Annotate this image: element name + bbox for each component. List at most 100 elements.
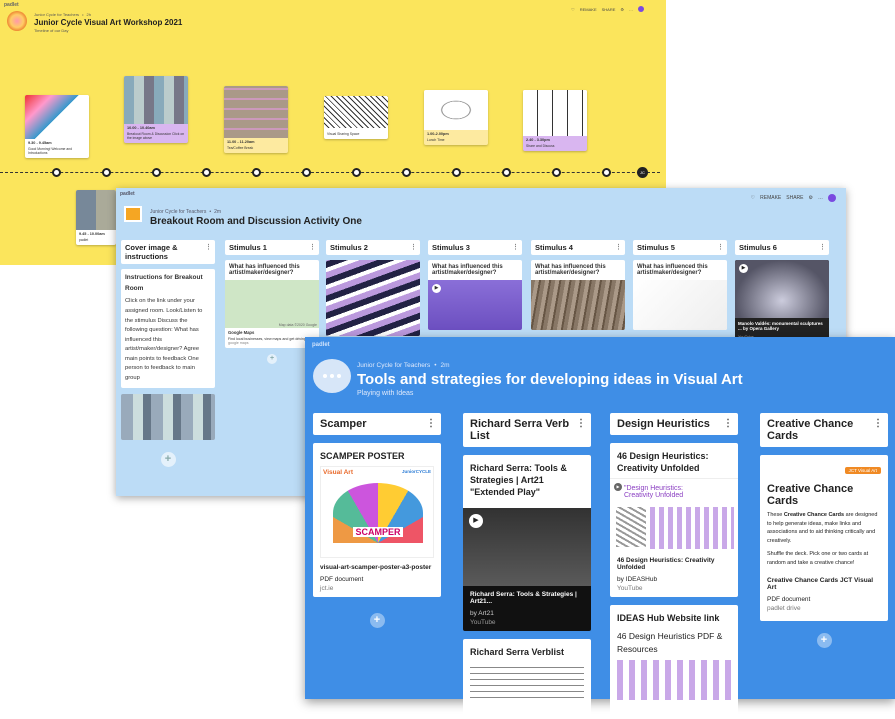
- board-icon: [124, 206, 142, 222]
- add-post-button[interactable]: JC: [637, 167, 648, 178]
- card-title: SCAMPER POSTER: [320, 451, 405, 461]
- padlet-brand[interactable]: padlet: [4, 2, 19, 8]
- instructions-card[interactable]: Instructions for Breakout Room Click on …: [121, 269, 215, 388]
- serra-verblist-card[interactable]: Richard Serra Verblist: [463, 639, 591, 719]
- map-thumbnail: Map data ©2020 Google: [225, 280, 319, 328]
- play-icon[interactable]: ▶: [469, 514, 483, 529]
- heart-icon[interactable]: ♡: [571, 7, 575, 12]
- column-header[interactable]: Stimulus 4 ⋮: [531, 240, 625, 255]
- timeline-node[interactable]: [302, 168, 311, 177]
- timeline-node[interactable]: [452, 168, 461, 177]
- header-actions: ♡ REMAKE SHARE ⚙ …: [751, 194, 836, 202]
- column-menu-icon[interactable]: ⋮: [426, 418, 436, 429]
- column-header[interactable]: Design Heuristics ⋮: [610, 413, 738, 435]
- timeline-node[interactable]: [602, 168, 611, 177]
- design-video-card[interactable]: 46 Design Heuristics: Creativity Unfolde…: [610, 443, 738, 598]
- column-header[interactable]: Stimulus 1 ⋮: [225, 240, 319, 255]
- timeline-node[interactable]: [252, 168, 261, 177]
- play-icon[interactable]: ▶: [614, 483, 622, 492]
- share-button[interactable]: SHARE: [786, 195, 803, 201]
- column-header[interactable]: Stimulus 2 ⋮: [326, 240, 420, 255]
- timeline-card[interactable]: 9.30 - 9.45am Good Morning! Welcome and …: [25, 95, 89, 158]
- card-time: 10.00 - 10.40am: [127, 126, 155, 130]
- add-post-button[interactable]: +: [369, 613, 385, 629]
- padlet-brand[interactable]: padlet: [120, 191, 135, 197]
- play-icon[interactable]: ▶: [739, 264, 748, 273]
- author-line: Junior Cycle for Teachers • 2h: [34, 12, 91, 17]
- timeline-card[interactable]: 10.00 - 10.40am Breakout Room & Discussi…: [124, 76, 188, 143]
- cover-image-card[interactable]: [121, 393, 215, 440]
- stimulus-card[interactable]: What has influenced this artist/maker/de…: [633, 260, 727, 330]
- column-title: Richard Serra Verb List: [470, 418, 570, 442]
- timeline-node[interactable]: [152, 168, 161, 177]
- add-post-button[interactable]: +: [160, 451, 176, 467]
- timeline-card[interactable]: Visual Sharing Space: [324, 96, 388, 139]
- column-header[interactable]: Stimulus 6 ⋮: [735, 240, 829, 255]
- more-icon[interactable]: …: [818, 195, 823, 201]
- column-title: Creative Chance Cards: [767, 418, 854, 442]
- remake-button[interactable]: REMAKE: [580, 7, 597, 12]
- column-header[interactable]: Stimulus 3 ⋮: [428, 240, 522, 255]
- timeline-node[interactable]: [102, 168, 111, 177]
- video-card[interactable]: ▶ Manolo Valdés: monumental sculptures .…: [735, 260, 829, 342]
- column-menu-icon[interactable]: ⋮: [717, 243, 724, 251]
- timeline-node[interactable]: [402, 168, 411, 177]
- padlet-brand[interactable]: padlet: [312, 342, 330, 348]
- attachment-source: padlet drive: [767, 605, 801, 613]
- timeline-node[interactable]: [552, 168, 561, 177]
- timeline-card[interactable]: 2.40 - 3.30pm Share and Discuss: [523, 90, 587, 151]
- timeline-node[interactable]: [202, 168, 211, 177]
- scamper-card[interactable]: SCAMPER POSTER Visual Art JuniorCYCLE SC…: [313, 443, 441, 598]
- timeline-node[interactable]: [352, 168, 361, 177]
- stimulus-thumbnail: [633, 280, 727, 330]
- author-name[interactable]: Junior Cycle for Teachers: [357, 362, 430, 369]
- audio-thumbnail: ▶: [428, 280, 522, 330]
- more-icon[interactable]: …: [629, 7, 633, 12]
- serra-video-card[interactable]: Richard Serra: Tools & Strategies | Art2…: [463, 455, 591, 632]
- gear-icon[interactable]: ⚙: [809, 195, 813, 201]
- add-post-button[interactable]: +: [816, 633, 832, 649]
- column-menu-icon[interactable]: ⋮: [723, 418, 733, 429]
- stimulus-card[interactable]: What has influenced this artist/maker/de…: [531, 260, 625, 330]
- timeline-card[interactable]: 11.00 - 11.20am Tea/Coffee Break: [224, 86, 288, 153]
- video-author: by Art21: [470, 610, 494, 618]
- column-header[interactable]: Stimulus 5 ⋮: [633, 240, 727, 255]
- remake-button[interactable]: REMAKE: [760, 195, 781, 201]
- card-title: Richard Serra: Tools & Strategies | Art2…: [463, 455, 591, 509]
- column-menu-icon[interactable]: ⋮: [410, 243, 417, 251]
- column-header[interactable]: Richard Serra Verb List ⋮: [463, 413, 591, 447]
- column-menu-icon[interactable]: ⋮: [512, 243, 519, 251]
- timeline-node[interactable]: [52, 168, 61, 177]
- stimulus-card[interactable]: What has influenced this artist/maker/de…: [428, 260, 522, 330]
- play-icon[interactable]: ▶: [432, 284, 441, 293]
- column-menu-icon[interactable]: ⋮: [873, 418, 883, 429]
- author-name[interactable]: Junior Cycle for Teachers: [34, 12, 79, 17]
- timeline-card[interactable]: 9.45 - 10.00am padlet: [76, 190, 116, 245]
- column-title: Design Heuristics: [617, 418, 710, 430]
- column-menu-icon[interactable]: ⋮: [615, 243, 622, 251]
- column-menu-icon[interactable]: ⋮: [205, 243, 212, 251]
- stimulus-image-card[interactable]: [326, 260, 420, 336]
- timeline-card[interactable]: 1.00-2.00pm Lunch Time: [424, 90, 488, 145]
- column-menu-icon[interactable]: ⋮: [309, 243, 316, 251]
- card-desc: Good Morning! Welcome and Introductions: [28, 147, 73, 155]
- column-header[interactable]: Creative Chance Cards ⋮: [760, 413, 888, 447]
- column-header[interactable]: Scamper ⋮: [313, 413, 441, 435]
- avatar[interactable]: [638, 6, 644, 12]
- avatar[interactable]: [828, 194, 836, 202]
- column-title: Stimulus 6: [739, 243, 777, 252]
- heart-icon[interactable]: ♡: [751, 195, 755, 201]
- heuristics-fan: [616, 507, 646, 548]
- stimulus-card[interactable]: What has influenced this artist/maker/de…: [225, 260, 319, 348]
- gear-icon[interactable]: ⚙: [620, 7, 624, 12]
- stimulus-thumbnail: [531, 280, 625, 330]
- share-button[interactable]: SHARE: [602, 7, 616, 12]
- timeline-node[interactable]: [502, 168, 511, 177]
- column-menu-icon[interactable]: ⋮: [576, 418, 586, 429]
- card-subtitle: 46 Design Heuristics PDF & Resources: [617, 631, 723, 655]
- add-post-button[interactable]: +: [267, 354, 277, 364]
- column-header[interactable]: Cover image & instructions ⋮: [121, 240, 215, 264]
- column-menu-icon[interactable]: ⋮: [819, 243, 826, 251]
- chance-cards-card[interactable]: JCT Visual Art Creative Chance Cards The…: [760, 455, 888, 622]
- author-name[interactable]: Junior Cycle for Teachers: [150, 209, 206, 215]
